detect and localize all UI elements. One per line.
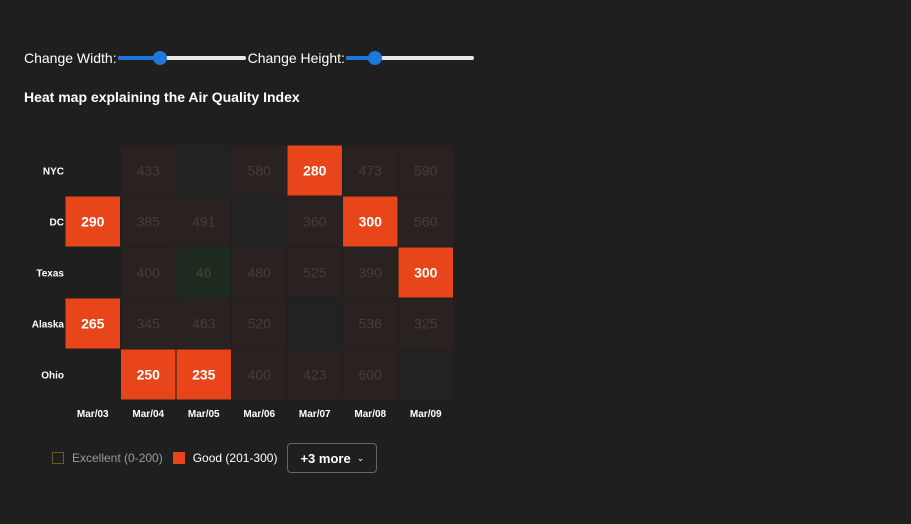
legend-item-excellent[interactable]: Excellent (0-200)	[52, 451, 163, 465]
x-axis-label: Mar/08	[354, 409, 386, 420]
y-axis-label: Ohio	[41, 371, 64, 382]
heatmap-cell-value: 300	[359, 214, 383, 230]
heatmap-cell-value: 265	[81, 316, 105, 332]
heatmap-cell-value: 600	[359, 367, 383, 383]
legend-item-good[interactable]: Good (201-300)	[172, 451, 278, 465]
x-axis-label: Mar/05	[188, 409, 220, 420]
x-axis-label: Mar/04	[132, 409, 164, 420]
heatmap-cell-value: 463	[192, 316, 216, 332]
heatmap-cell-value: 473	[359, 163, 383, 179]
x-axis-label: Mar/03	[77, 409, 109, 420]
heatmap-cell-value: 345	[137, 316, 161, 332]
heatmap-cell-value: 325	[414, 316, 438, 332]
heatmap-cell-value: 520	[248, 316, 272, 332]
x-axis-label: Mar/07	[299, 409, 331, 420]
heatmap-cell-value: 525	[303, 265, 327, 281]
heatmap-cell-value: 480	[248, 265, 272, 281]
heatmap-chart: 433 580 280 473 590 290 385 491 360 300 560 400 46 48…	[32, 145, 453, 420]
heatmap-cell-empty	[398, 349, 453, 400]
heatmap-cell-value: 536	[359, 316, 383, 332]
heatmap-cell-empty	[176, 145, 231, 196]
heatmap-cell-value: 280	[303, 163, 327, 179]
legend-label: Excellent (0-200)	[72, 451, 163, 465]
legend: Excellent (0-200) Good (201-300) +3 more…	[52, 443, 378, 473]
heatmap-cell-value: 390	[359, 265, 383, 281]
heatmap-cell-value: 560	[414, 214, 438, 230]
heatmap-cell-value: 235	[192, 367, 216, 383]
y-axis-label: Texas	[36, 269, 64, 280]
heatmap-cell-value: 491	[192, 214, 216, 230]
heatmap-cell-value: 46	[196, 265, 212, 281]
chevron-down-icon: ⌄	[356, 452, 365, 463]
legend-label: Good (201-300)	[192, 451, 278, 465]
y-axis-label: DC	[50, 218, 64, 229]
legend-swatch	[172, 452, 185, 464]
heatmap-cell-value: 300	[414, 265, 438, 281]
heatmap-cell-value: 433	[137, 163, 161, 179]
x-axis-label: Mar/09	[410, 409, 442, 420]
heatmap-cell-value: 290	[81, 214, 105, 230]
x-axis-label: Mar/06	[243, 409, 275, 420]
heatmap-cell-empty	[287, 298, 342, 349]
legend-swatch	[52, 452, 64, 464]
heatmap-cell-value: 590	[414, 163, 438, 179]
heatmap-cell-value: 400	[137, 265, 161, 281]
heatmap-cell-value: 250	[137, 367, 161, 383]
heatmap-cell-value: 360	[303, 214, 327, 230]
more-label: +3 more	[300, 450, 351, 466]
y-axis-label: Alaska	[32, 320, 65, 331]
y-axis-label: NYC	[43, 167, 64, 178]
heatmap-cell-empty	[232, 196, 287, 247]
heatmap-cell-value: 423	[303, 367, 327, 383]
more-legend-button[interactable]: +3 more ⌄	[287, 443, 378, 473]
heatmap-cell-value: 400	[248, 367, 272, 383]
heatmap-cell-value: 385	[137, 214, 161, 230]
heatmap-cell-value: 580	[248, 163, 272, 179]
